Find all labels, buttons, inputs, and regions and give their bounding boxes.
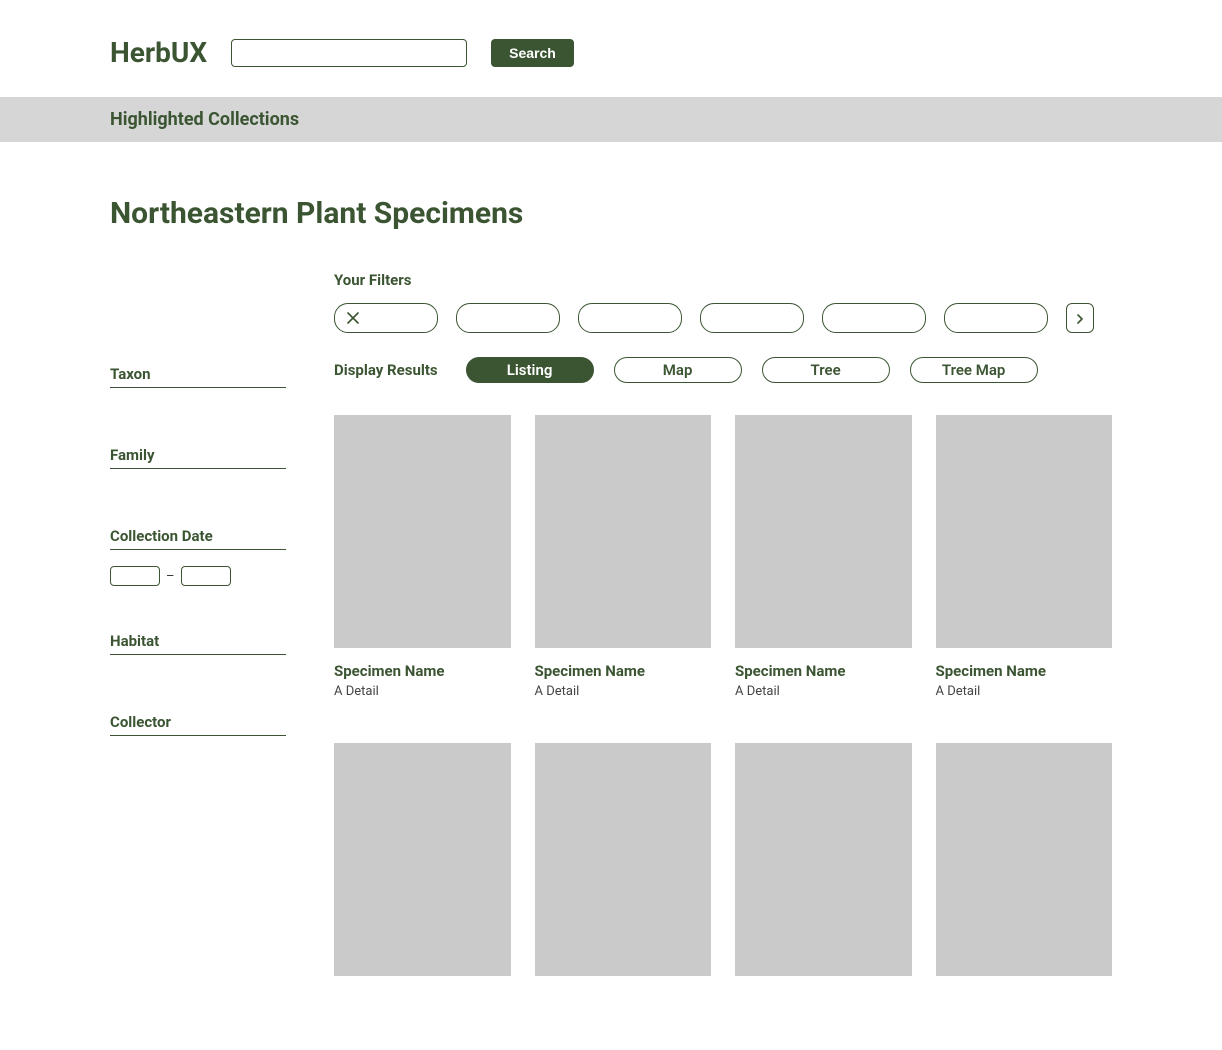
date-to-input[interactable]: [181, 566, 231, 586]
display-results-label: Display Results: [334, 361, 438, 379]
specimen-thumbnail: [735, 743, 912, 976]
specimen-detail: A Detail: [535, 684, 712, 699]
your-filters-label: Your Filters: [334, 271, 1112, 289]
specimen-name: Specimen Name: [936, 662, 1113, 680]
chevron-right-icon: [1075, 309, 1085, 328]
specimen-card[interactable]: Specimen Name A Detail: [936, 415, 1113, 699]
filter-chip[interactable]: [700, 303, 804, 333]
filter-chips-row: [334, 303, 1112, 333]
specimen-card[interactable]: [334, 743, 511, 990]
search-button[interactable]: Search: [491, 39, 574, 67]
specimen-name: Specimen Name: [535, 662, 712, 680]
filter-chip[interactable]: [944, 303, 1048, 333]
tab-listing[interactable]: Listing: [466, 357, 594, 383]
specimen-thumbnail: [535, 743, 712, 976]
filter-collection-date: Collection Date –: [110, 527, 286, 586]
specimen-card[interactable]: [735, 743, 912, 990]
search-input[interactable]: [231, 39, 467, 67]
specimen-detail: A Detail: [334, 684, 511, 699]
filter-label-family: Family: [110, 446, 286, 469]
main-panel: Your Filters: [334, 271, 1112, 990]
specimen-thumbnail: [334, 743, 511, 976]
tab-tree[interactable]: Tree: [762, 357, 890, 383]
specimen-name: Specimen Name: [735, 662, 912, 680]
specimen-thumbnail: [936, 743, 1113, 976]
close-icon: [335, 312, 437, 324]
filter-taxon[interactable]: Taxon: [110, 365, 286, 388]
filter-chip-remove[interactable]: [334, 303, 438, 333]
date-range-separator: –: [166, 569, 175, 584]
filter-label-collector: Collector: [110, 713, 286, 736]
display-results-row: Display Results Listing Map Tree Tree Ma…: [334, 357, 1112, 383]
specimen-card[interactable]: Specimen Name A Detail: [334, 415, 511, 699]
specimen-thumbnail: [334, 415, 511, 648]
filter-chip[interactable]: [456, 303, 560, 333]
highlighted-collections-bar: Highlighted Collections: [0, 97, 1222, 142]
specimen-detail: A Detail: [735, 684, 912, 699]
highlighted-collections-title: Highlighted Collections: [110, 109, 1112, 130]
topbar: HerbUX Search: [0, 0, 1222, 97]
specimen-thumbnail: [735, 415, 912, 648]
tab-map[interactable]: Map: [614, 357, 742, 383]
specimen-card[interactable]: [936, 743, 1113, 990]
tab-tree-map[interactable]: Tree Map: [910, 357, 1038, 383]
specimen-card[interactable]: [535, 743, 712, 990]
filter-chip[interactable]: [578, 303, 682, 333]
specimen-name: Specimen Name: [334, 662, 511, 680]
filter-label-habitat: Habitat: [110, 632, 286, 655]
filter-family[interactable]: Family: [110, 446, 286, 469]
page-title: Northeastern Plant Specimens: [110, 196, 1112, 231]
filter-habitat[interactable]: Habitat: [110, 632, 286, 655]
sidebar-filters: Taxon Family Collection Date – Habitat: [110, 271, 286, 990]
filter-collector[interactable]: Collector: [110, 713, 286, 736]
specimen-thumbnail: [535, 415, 712, 648]
results-grid: Specimen Name A Detail Specimen Name A D…: [334, 415, 1112, 990]
filter-chip-more[interactable]: [1066, 303, 1094, 333]
date-from-input[interactable]: [110, 566, 160, 586]
specimen-thumbnail: [936, 415, 1113, 648]
filter-label-collection-date: Collection Date: [110, 527, 286, 550]
specimen-card[interactable]: Specimen Name A Detail: [735, 415, 912, 699]
filter-chip[interactable]: [822, 303, 926, 333]
logo: HerbUX: [110, 36, 207, 69]
filter-label-taxon: Taxon: [110, 365, 286, 388]
specimen-detail: A Detail: [936, 684, 1113, 699]
specimen-card[interactable]: Specimen Name A Detail: [535, 415, 712, 699]
